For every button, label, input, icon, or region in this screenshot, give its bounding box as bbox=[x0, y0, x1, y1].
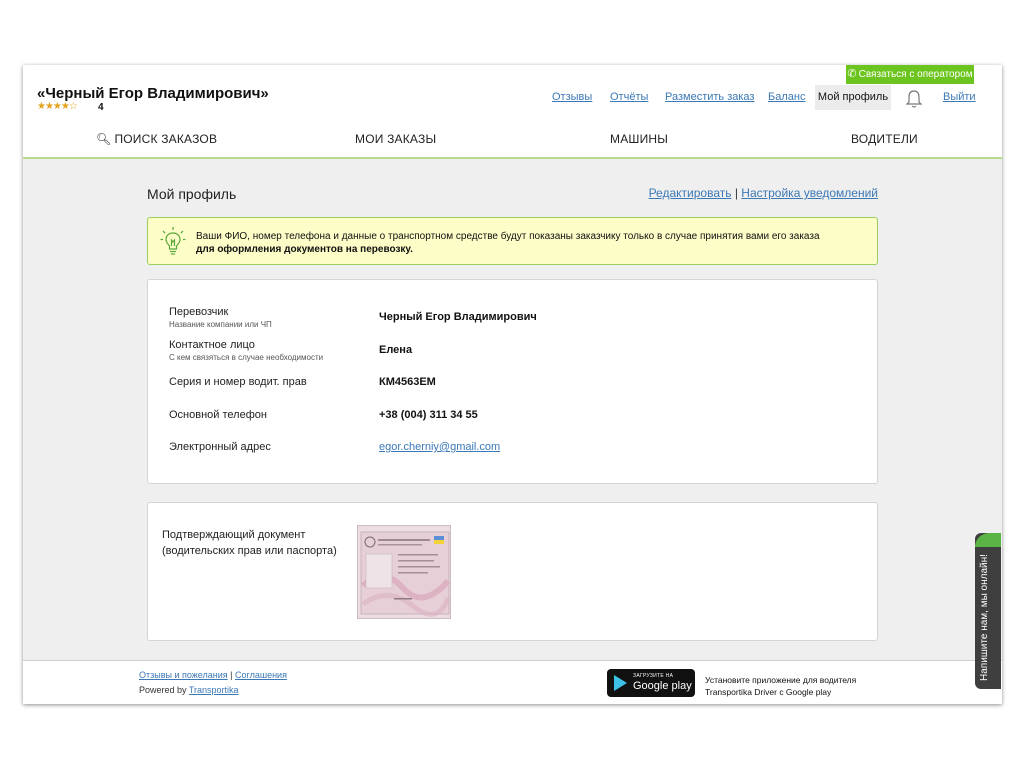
profile-actions: Редактировать | Настройка уведомлений bbox=[649, 186, 878, 200]
rating-stars: ★★★★☆ bbox=[37, 101, 78, 112]
footer-links: Отзывы и пожелания | Соглашения bbox=[139, 670, 287, 680]
field-label: Серия и номер водит. прав bbox=[169, 376, 307, 388]
phone-icon: ✆ bbox=[847, 68, 857, 80]
contact-operator-button[interactable]: ✆ Связаться с оператором bbox=[846, 65, 974, 84]
google-play-small-text: ЗАГРУЗИТЕ НА bbox=[633, 673, 674, 679]
notice-line-1: Ваши ФИО, номер телефона и данные о тран… bbox=[196, 231, 820, 242]
transportika-link[interactable]: Transportika bbox=[189, 685, 239, 695]
logout-link[interactable]: Выйти bbox=[943, 91, 976, 103]
my-profile-tab[interactable]: Мой профиль bbox=[815, 85, 891, 110]
actions-separator: | bbox=[734, 186, 738, 200]
edit-link[interactable]: Редактировать bbox=[649, 186, 732, 200]
document-label-line-2: (водительских прав или паспорта) bbox=[162, 545, 337, 557]
field-label: Контактное лицо bbox=[169, 339, 255, 351]
document-label-line-1: Подтверждающий документ bbox=[162, 529, 306, 541]
search-icon: 🔍︎ bbox=[96, 132, 112, 146]
page-title: Мой профиль bbox=[147, 186, 237, 202]
email-link[interactable]: egor.cherniy@gmail.com bbox=[379, 441, 500, 453]
powered-by: Powered by Transportika bbox=[139, 685, 239, 695]
app-promo-line-1: Установите приложение для водителя bbox=[705, 675, 857, 685]
notification-settings-link[interactable]: Настройка уведомлений bbox=[741, 186, 878, 200]
main-content: Мой профиль Редактировать | Настройка ув… bbox=[23, 159, 1002, 660]
app-window: ✆ Связаться с оператором «Черный Егор Вла… bbox=[23, 65, 1002, 704]
google-play-icon bbox=[614, 675, 627, 691]
reports-link[interactable]: Отчёты bbox=[610, 91, 648, 103]
user-name: «Черный Егор Владимирович» bbox=[37, 85, 269, 102]
nav-search-orders-label: ПОИСК ЗАКАЗОВ bbox=[114, 132, 218, 146]
footer-separator: | bbox=[230, 670, 233, 680]
document-card: Подтверждающий документ (водительских пр… bbox=[147, 502, 878, 641]
powered-by-label: Powered by bbox=[139, 685, 187, 695]
google-play-big-text: Google play bbox=[633, 680, 692, 692]
field-value: +38 (004) 311 34 55 bbox=[379, 409, 478, 421]
place-order-link[interactable]: Разместить заказ bbox=[665, 91, 754, 103]
nav-drivers[interactable]: ВОДИТЕЛИ bbox=[851, 132, 918, 146]
agreements-link[interactable]: Соглашения bbox=[235, 670, 287, 680]
nav-vehicles[interactable]: МАШИНЫ bbox=[610, 132, 668, 146]
notice-text: Ваши ФИО, номер телефона и данные о тран… bbox=[196, 230, 820, 256]
nav-my-orders[interactable]: МОИ ЗАКАЗЫ bbox=[355, 132, 436, 146]
rating-count: 4 bbox=[98, 102, 104, 113]
footer: Отзывы и пожелания | Соглашения Powered … bbox=[23, 660, 1002, 704]
profile-details-card: Перевозчик Название компании или ЧП Черн… bbox=[147, 279, 878, 484]
contact-operator-label: Связаться с оператором bbox=[858, 69, 973, 80]
field-label: Перевозчик bbox=[169, 306, 229, 318]
field-label: Электронный адрес bbox=[169, 441, 271, 453]
nav-search-orders[interactable]: 🔍︎ ПОИСК ЗАКАЗОВ bbox=[96, 132, 217, 146]
google-play-badge[interactable]: ЗАГРУЗИТЕ НА Google play bbox=[607, 669, 695, 697]
field-value: Черный Егор Владимирович bbox=[379, 311, 537, 323]
app-promo-line-2: Transportika Driver с Google play bbox=[705, 687, 832, 697]
field-label: Основной телефон bbox=[169, 409, 267, 421]
app-promo-text: Установите приложение для водителя Trans… bbox=[705, 674, 856, 698]
document-thumbnail[interactable] bbox=[357, 525, 451, 619]
field-sublabel: Название компании или ЧП bbox=[169, 320, 272, 329]
header: ✆ Связаться с оператором «Черный Егор Вла… bbox=[23, 65, 1002, 159]
bell-icon[interactable] bbox=[905, 89, 923, 109]
reviews-link[interactable]: Отзывы bbox=[552, 91, 592, 103]
balance-link[interactable]: Баланс bbox=[768, 91, 805, 103]
field-value: КМ4563ЕМ bbox=[379, 376, 436, 388]
document-label: Подтверждающий документ (водительских пр… bbox=[162, 527, 337, 559]
field-value: Елена bbox=[379, 344, 413, 356]
lightbulb-icon bbox=[160, 227, 186, 255]
license-image bbox=[358, 526, 450, 618]
field-sublabel: С кем связяться в случае необходимости bbox=[169, 353, 324, 362]
chat-widget-label: Напишите нам, мы онлайн! bbox=[979, 554, 990, 681]
feedback-link[interactable]: Отзывы и пожелания bbox=[139, 670, 228, 680]
privacy-notice: Ваши ФИО, номер телефона и данные о тран… bbox=[147, 217, 878, 265]
chat-widget[interactable]: Напишите нам, мы онлайн! bbox=[975, 533, 1001, 689]
notice-line-2: для оформления документов на перевозку. bbox=[196, 244, 413, 255]
